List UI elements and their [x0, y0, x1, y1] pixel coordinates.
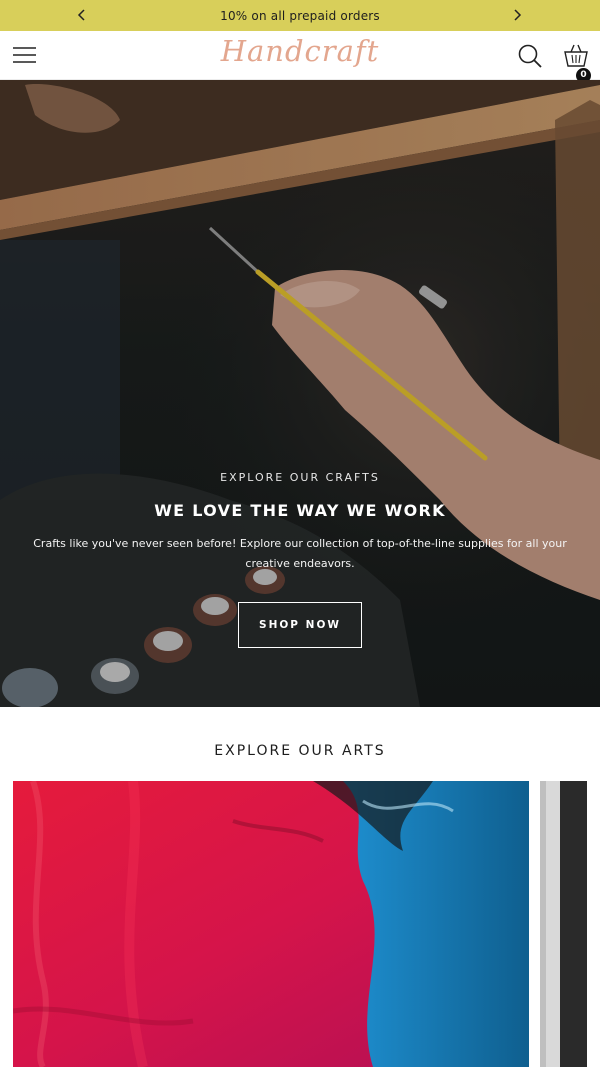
section-title: EXPLORE OUR ARTS	[214, 743, 386, 759]
shopping-basket-icon[interactable]	[562, 41, 590, 69]
chevron-right-icon[interactable]	[507, 5, 527, 25]
hero-banner: EXPLORE OUR CRAFTS WE LOVE THE WAY WE WO…	[0, 80, 600, 707]
hero-description: Crafts like you've never seen before! Ex…	[33, 537, 567, 570]
announcement-text: 10% on all prepaid orders	[220, 8, 380, 23]
hero-title: WE LOVE THE WAY WE WORK	[154, 501, 446, 520]
announcement-bar: 10% on all prepaid orders	[0, 0, 600, 31]
art-image	[13, 781, 529, 1067]
chevron-left-icon[interactable]	[72, 5, 92, 25]
art-card[interactable]	[13, 781, 529, 1067]
art-card[interactable]	[540, 781, 587, 1067]
hero-eyebrow: EXPLORE OUR CRAFTS	[220, 471, 380, 484]
shop-now-button[interactable]: SHOP NOW	[238, 602, 362, 648]
site-logo[interactable]: Handcraft	[0, 34, 600, 68]
site-header: Handcraft 0	[0, 31, 600, 83]
search-icon[interactable]	[517, 43, 543, 69]
art-image	[540, 781, 587, 1067]
